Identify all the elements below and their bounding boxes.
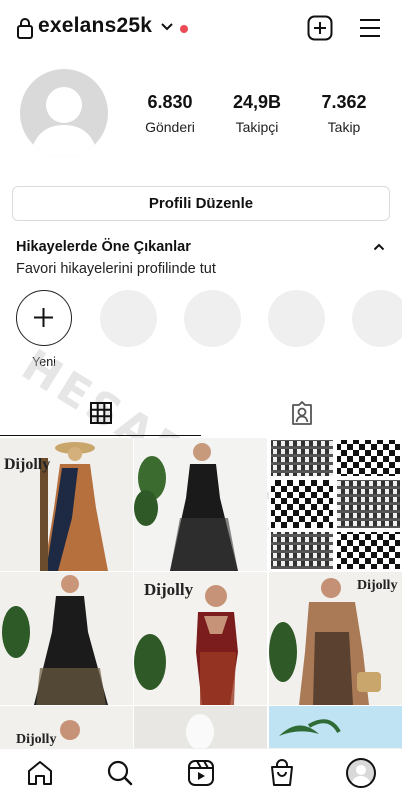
default-avatar-icon xyxy=(30,87,98,157)
active-tab-indicator xyxy=(0,435,201,436)
post-thumbnail[interactable]: Dijolly xyxy=(134,572,267,705)
posts-count[interactable]: 6.830 Gönderi xyxy=(130,92,210,135)
lock-icon xyxy=(17,18,33,39)
stat-label: Takip xyxy=(327,119,361,135)
post-thumbnail[interactable] xyxy=(269,438,402,571)
brand-logo: Dijolly xyxy=(357,578,398,593)
palm-photo xyxy=(279,719,341,736)
profile-avatar-nav[interactable] xyxy=(346,758,376,788)
following-count[interactable]: 7.362 Takip xyxy=(304,92,384,135)
highlights-subtitle: Favori hikayelerini profilinde tut xyxy=(16,261,216,277)
stat-value: 6.830 xyxy=(147,92,193,112)
highlight-placeholder xyxy=(100,290,157,347)
brand-logo: Dijolly xyxy=(16,732,57,747)
grid-icon xyxy=(89,402,112,424)
default-avatar-icon xyxy=(351,765,371,786)
bottom-nav xyxy=(0,748,402,800)
tab-posts-grid[interactable] xyxy=(0,390,201,436)
post-thumbnail[interactable] xyxy=(0,572,133,705)
checkered-fabric-photo xyxy=(271,440,400,569)
post-thumbnail[interactable] xyxy=(134,706,267,748)
stat-label: Gönderi xyxy=(145,119,195,135)
highlight-placeholder xyxy=(268,290,325,347)
dress-photo xyxy=(186,714,214,748)
new-highlight-button[interactable] xyxy=(16,290,72,346)
highlights-title: Hikayelerde Öne Çıkanlar xyxy=(16,239,191,255)
username[interactable]: exelans25k xyxy=(38,14,152,38)
highlight-placeholder xyxy=(352,290,402,347)
shop-icon[interactable] xyxy=(268,759,296,787)
notification-dot xyxy=(180,25,188,33)
stat-label: Takipçi xyxy=(235,119,279,135)
followers-count[interactable]: 24,9B Takipçi xyxy=(217,92,297,135)
posts-grid: Dijolly Dijolly Dijolly Dijolly xyxy=(0,438,402,748)
chevron-down-icon[interactable] xyxy=(160,22,174,32)
post-thumbnail[interactable]: Dijolly xyxy=(0,438,133,571)
profile-avatar[interactable] xyxy=(20,69,108,157)
post-thumbnail[interactable]: Dijolly xyxy=(0,706,133,748)
reels-icon[interactable] xyxy=(187,759,215,787)
brand-logo: Dijolly xyxy=(4,456,51,473)
stat-value: 24,9B xyxy=(232,92,282,112)
add-post-icon[interactable] xyxy=(307,15,333,41)
menu-icon[interactable] xyxy=(358,17,382,39)
plus-icon xyxy=(34,308,53,327)
highlight-placeholder xyxy=(184,290,241,347)
brand-logo: Dijolly xyxy=(144,580,194,599)
dress-photo xyxy=(2,575,108,705)
tagged-icon xyxy=(291,401,312,425)
post-thumbnail[interactable] xyxy=(269,706,402,748)
dress-photo xyxy=(134,443,238,571)
new-highlight-label: Yeni xyxy=(32,355,56,369)
edit-profile-button[interactable]: Profili Düzenle xyxy=(12,186,390,221)
stat-value: 7.362 xyxy=(321,92,367,112)
top-bar: exelans25k xyxy=(0,0,402,56)
search-icon[interactable] xyxy=(106,759,134,787)
post-thumbnail[interactable] xyxy=(134,438,267,571)
home-icon[interactable] xyxy=(26,759,54,787)
chevron-up-icon[interactable] xyxy=(373,243,385,251)
tab-tagged[interactable] xyxy=(201,390,402,436)
post-thumbnail[interactable]: Dijolly xyxy=(269,572,402,705)
